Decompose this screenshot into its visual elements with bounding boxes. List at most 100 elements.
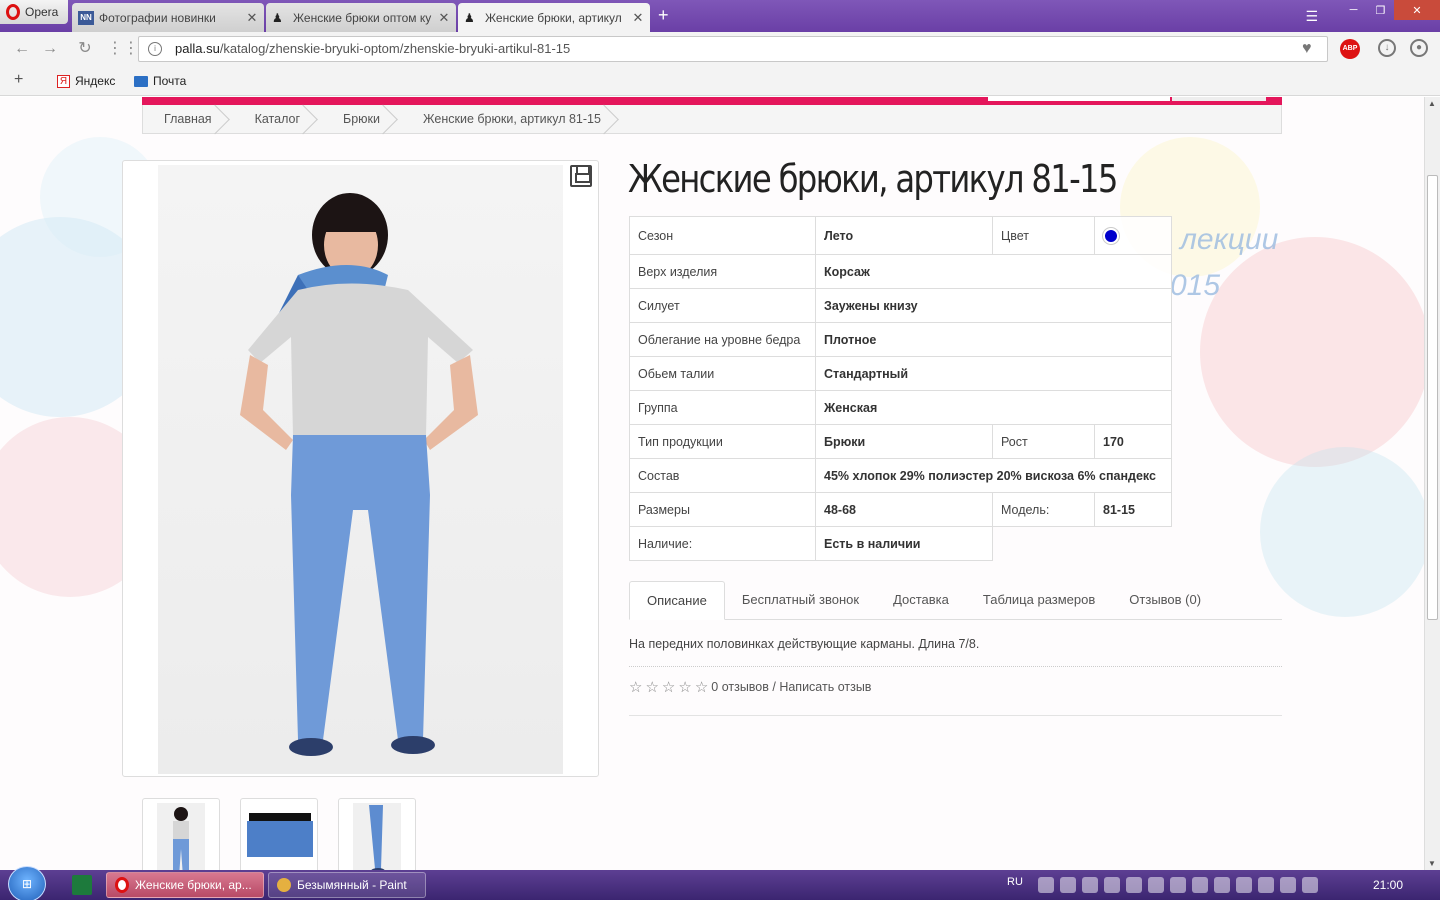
close-window-icon[interactable]: ✕	[1394, 0, 1440, 20]
tray-icon[interactable]	[1192, 877, 1208, 893]
palla-favicon-icon: ♟	[272, 10, 283, 25]
minimize-icon[interactable]: ─	[1340, 0, 1367, 20]
tab-delivery[interactable]: Доставка	[876, 581, 966, 620]
browser-tab-active[interactable]: ♟ Женские брюки, артикул ✕	[458, 3, 650, 32]
spec-label: Обьем талии	[629, 356, 816, 391]
tray-icon[interactable]	[1038, 877, 1054, 893]
tray-icon[interactable]	[1104, 877, 1120, 893]
forward-icon[interactable]: →	[40, 39, 60, 59]
star-icon[interactable]: ☆	[678, 678, 691, 696]
yandex-icon: Я	[57, 74, 70, 88]
scroll-up-icon[interactable]: ▲	[1428, 99, 1436, 108]
reviews-link[interactable]: 0 отзывов / Написать отзыв	[711, 680, 871, 694]
product-specs-table: Сезон Лето Цвет Верх изделия Корсаж Силу…	[629, 216, 1172, 561]
account-icon[interactable]: ●	[1410, 39, 1428, 57]
adblock-icon[interactable]: ABP	[1340, 39, 1360, 59]
signal-icon[interactable]	[1148, 877, 1164, 893]
clock[interactable]: 21:00	[1373, 878, 1403, 892]
language-indicator[interactable]: RU	[1007, 876, 1023, 888]
opera-menu-button[interactable]: Opera	[0, 0, 68, 24]
address-toolbar: ← → ↻ ⋮⋮ i palla.su/katalog/zhenskie-bry…	[0, 32, 1440, 66]
product-photo[interactable]	[158, 165, 563, 774]
browser-tab[interactable]: NN Фотографии новинки ✕	[72, 3, 264, 32]
spec-label: Тип продукции	[629, 424, 816, 459]
thumbnail-side[interactable]	[338, 798, 416, 870]
search-button[interactable]	[1172, 97, 1266, 101]
speed-dial-icon[interactable]: ⋮⋮	[107, 39, 139, 59]
save-icon[interactable]	[570, 165, 592, 187]
watermark-text: лекции	[1180, 223, 1279, 256]
network-icon[interactable]	[1302, 877, 1318, 893]
tab-free-call[interactable]: Бесплатный звонок	[725, 581, 876, 620]
tab-menu-icon[interactable]: ☰	[1305, 8, 1318, 25]
page-scrollbar[interactable]: ▲ ▼	[1424, 97, 1440, 870]
breadcrumb-catalog[interactable]: Каталог	[234, 105, 322, 134]
tab-title: Женские брюки, артикул	[485, 10, 622, 25]
maximize-icon[interactable]: ❐	[1367, 0, 1394, 20]
reload-icon[interactable]: ↻	[75, 39, 95, 59]
address-field[interactable]: i palla.su/katalog/zhenskie-bryuki-optom…	[138, 36, 1328, 62]
tray-icon[interactable]	[1236, 877, 1252, 893]
tab-size-table[interactable]: Таблица размеров	[966, 581, 1112, 620]
paint-icon	[277, 878, 291, 892]
spec-value: Корсаж	[815, 254, 1172, 289]
bookmark-heart-icon[interactable]: ♥	[1302, 40, 1312, 58]
site-info-icon[interactable]: i	[148, 42, 162, 56]
scrollbar-thumb[interactable]	[1427, 175, 1438, 620]
spec-label: Цвет	[992, 216, 1095, 255]
star-icon[interactable]: ☆	[645, 678, 658, 696]
product-description: На передних половинках действующие карма…	[629, 637, 980, 651]
bookmark-mail[interactable]: Почта	[134, 74, 186, 88]
close-tab-icon[interactable]: ✕	[632, 10, 644, 26]
spec-value: Брюки	[815, 424, 993, 459]
tab-title: Женские брюки оптом ку	[293, 10, 432, 25]
spec-label: Наличие:	[629, 526, 816, 561]
spec-value: 81-15	[1094, 492, 1172, 527]
add-bookmark-icon[interactable]: +	[14, 71, 23, 89]
background-flower	[1200, 237, 1424, 467]
tray-icon[interactable]	[1060, 877, 1076, 893]
close-tab-icon[interactable]: ✕	[246, 10, 258, 26]
back-icon[interactable]: ←	[12, 39, 32, 59]
taskbar-opera-button[interactable]: Женские брюки, ар...	[106, 872, 264, 898]
bookmarks-bar: + Я Яндекс Почта	[0, 66, 1440, 96]
tray-icon[interactable]	[1280, 877, 1296, 893]
breadcrumb-trousers[interactable]: Брюки	[322, 105, 402, 134]
taskbar-paint-button[interactable]: Безымянный - Paint	[268, 872, 426, 898]
tab-reviews[interactable]: Отзывов (0)	[1112, 581, 1218, 620]
color-swatch[interactable]	[1103, 227, 1119, 244]
windows-taskbar: ⊞ Женские брюки, ар... Безымянный - Pain…	[0, 866, 1440, 900]
download-icon[interactable]: ↓	[1378, 39, 1396, 57]
spec-label: Силует	[629, 288, 816, 323]
start-button[interactable]: ⊞	[8, 866, 46, 900]
star-icon[interactable]: ☆	[695, 678, 708, 696]
search-input[interactable]	[988, 97, 1170, 101]
url-path: /katalog/zhenskie-bryuki-optom/zhenskie-…	[219, 41, 571, 56]
spec-value: Плотное	[815, 322, 1172, 357]
thumbnail-waist[interactable]	[240, 798, 318, 870]
tray-icon[interactable]	[1258, 877, 1274, 893]
tab-description[interactable]: Описание	[629, 581, 725, 620]
tray-icon[interactable]	[1170, 877, 1186, 893]
spec-label: Рост	[992, 424, 1095, 459]
tray-icon[interactable]	[1126, 877, 1142, 893]
new-tab-icon[interactable]: +	[658, 5, 669, 26]
breadcrumb-current[interactable]: Женские брюки, артикул 81-15	[402, 105, 623, 134]
bookmark-yandex[interactable]: Я Яндекс	[57, 74, 115, 88]
taskbar-button-label: Женские брюки, ар...	[135, 878, 252, 892]
scroll-down-icon[interactable]: ▼	[1428, 859, 1436, 868]
close-tab-icon[interactable]: ✕	[438, 10, 450, 26]
tab-title: Фотографии новинки	[99, 10, 216, 25]
star-icon[interactable]: ☆	[629, 678, 642, 696]
spec-label: Состав	[629, 458, 816, 493]
thumbnail-waist-image	[247, 813, 313, 857]
star-icon[interactable]: ☆	[662, 678, 675, 696]
tray-icon[interactable]	[1082, 877, 1098, 893]
divider	[629, 715, 1282, 716]
browser-tab[interactable]: ♟ Женские брюки оптом ку ✕	[266, 3, 456, 32]
excel-icon[interactable]	[72, 875, 92, 895]
spec-label: Сезон	[629, 216, 816, 255]
breadcrumb-home[interactable]: Главная	[143, 105, 234, 134]
thumbnail-front[interactable]	[142, 798, 220, 870]
volume-icon[interactable]	[1214, 877, 1230, 893]
